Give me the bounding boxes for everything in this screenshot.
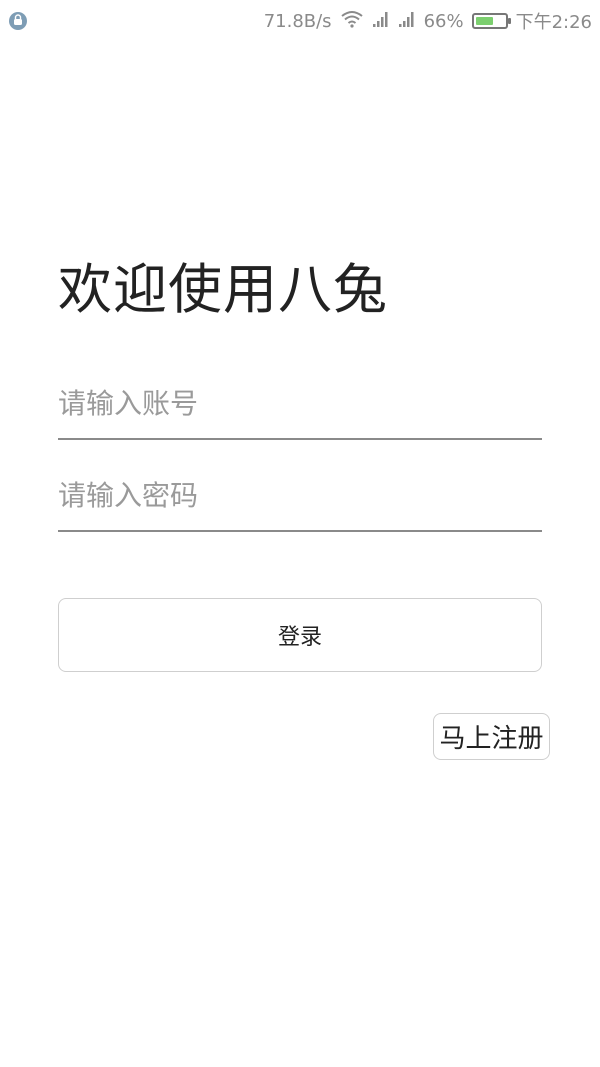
page-title: 欢迎使用八兔: [58, 258, 388, 321]
signal-icon: [372, 10, 390, 33]
battery-level: [475, 17, 493, 25]
login-button-label: 登录: [277, 625, 322, 650]
network-speed: 71.8B/s: [263, 10, 332, 32]
register-button-label: 马上注册: [439, 724, 544, 754]
password-field: [58, 472, 542, 532]
login-button[interactable]: 登录: [58, 598, 542, 672]
wifi-icon: [340, 10, 364, 33]
battery-icon: [471, 13, 511, 29]
password-input[interactable]: [58, 472, 542, 518]
battery-percent: 66%: [423, 10, 464, 32]
register-button[interactable]: 马上注册: [433, 713, 550, 760]
status-right-group: 71.8B/s 66% 下午2:26: [264, 8, 592, 34]
clock: 下午2:26: [515, 12, 592, 33]
account-field: [58, 380, 542, 440]
app-notification-icon: [8, 11, 28, 31]
account-input[interactable]: [58, 380, 542, 426]
signal-icon: [398, 10, 416, 33]
status-bar: 71.8B/s 66% 下午2:26: [0, 0, 600, 42]
